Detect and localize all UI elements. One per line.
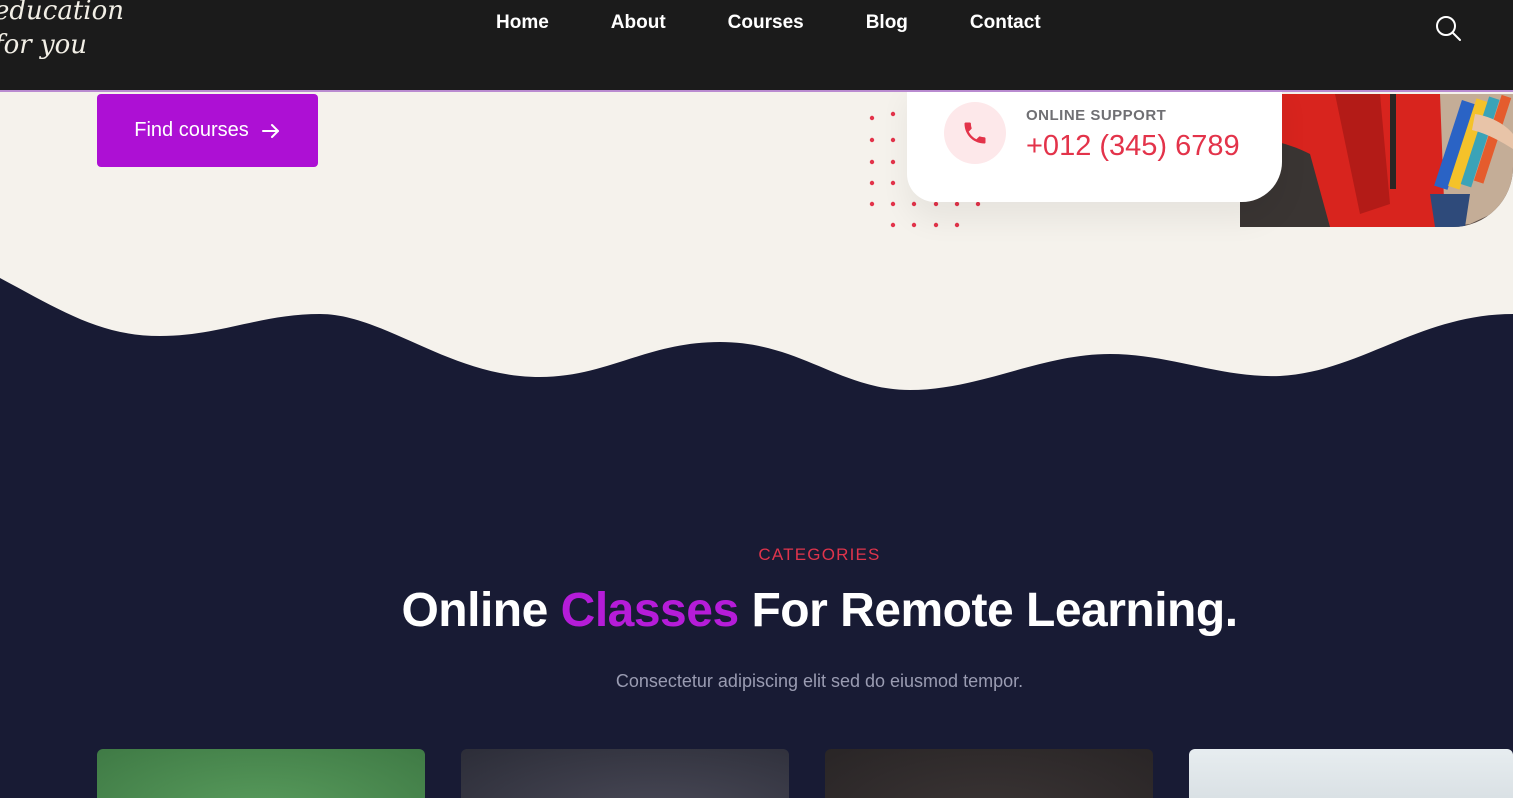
title-highlight: Classes	[560, 584, 739, 637]
section-subtitle: Consectetur adipiscing elit sed do eiusm…	[615, 671, 1024, 691]
phone-badge	[944, 102, 1006, 164]
course-card-1[interactable]	[97, 749, 425, 798]
support-label: ONLINE SUPPORT	[1026, 107, 1167, 124]
nav-home[interactable]: Home	[496, 10, 549, 36]
nav-courses[interactable]: Courses	[728, 10, 804, 36]
section-title: Online Classes For Remote Learning.	[0, 583, 1513, 638]
find-courses-label: Find courses	[134, 119, 249, 141]
site-logo[interactable]: education for you	[0, 0, 124, 62]
categories-eyebrow: CATEGORIES	[758, 545, 881, 564]
course-card-2[interactable]	[461, 749, 789, 798]
course-card-4[interactable]	[1189, 749, 1513, 798]
title-part-1: Online	[401, 584, 561, 637]
arrow-right-icon	[261, 123, 279, 138]
online-support-card[interactable]: ONLINE SUPPORT +012 (345) 6789	[907, 80, 1282, 202]
search-icon[interactable]	[1434, 14, 1462, 42]
wave-divider	[0, 278, 1513, 400]
logo-line-2: for you	[0, 30, 88, 60]
support-phone-number[interactable]: +012 (345) 6789	[1026, 130, 1240, 163]
page: education for you Home About Courses Blo…	[0, 0, 1513, 798]
phone-icon	[964, 122, 986, 144]
site-header: education for you Home About Courses Blo…	[0, 0, 1513, 92]
find-courses-button[interactable]: Find courses	[97, 94, 318, 167]
nav-about[interactable]: About	[611, 10, 666, 36]
title-part-2: For Remote Learning.	[738, 584, 1238, 637]
logo-line-1: education	[0, 0, 124, 26]
nav-contact[interactable]: Contact	[970, 10, 1041, 36]
nav-blog[interactable]: Blog	[866, 10, 908, 36]
course-card-3[interactable]	[825, 749, 1153, 798]
main-nav: Home About Courses Blog Contact	[496, 10, 1103, 36]
